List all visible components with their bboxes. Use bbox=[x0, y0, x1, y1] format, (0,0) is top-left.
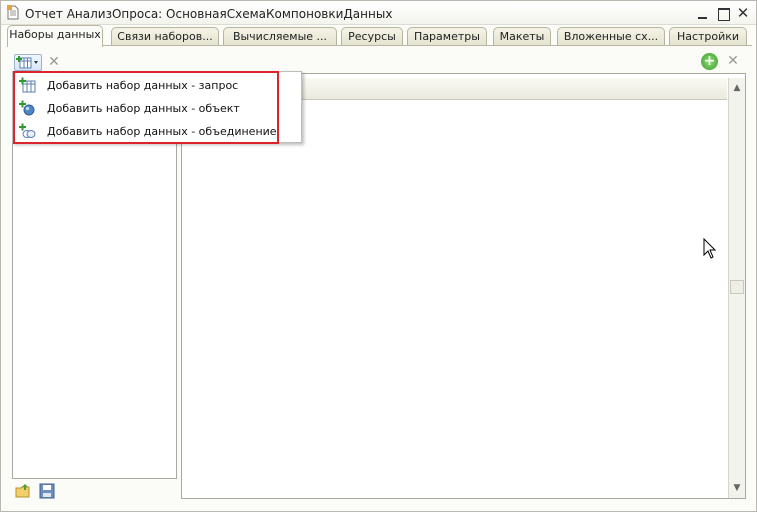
add-dataset-dropdown-button[interactable] bbox=[14, 54, 42, 71]
save-icon[interactable] bbox=[39, 483, 55, 499]
title-bar: Отчет АнализОпроса: ОсновнаяСхемаКомпоно… bbox=[1, 1, 756, 25]
tab-settings[interactable]: Настройки bbox=[669, 27, 747, 46]
union-dataset-icon bbox=[19, 123, 36, 138]
scroll-up-icon[interactable]: ▲ bbox=[730, 80, 744, 96]
mouse-cursor-icon bbox=[703, 238, 717, 259]
menu-item-add-object-dataset[interactable]: Добавить набор данных - объект bbox=[13, 97, 301, 119]
tab-strip: Наборы данных Связи наборов... Вычисляем… bbox=[7, 25, 752, 47]
vertical-scrollbar[interactable]: ▲ ▼ bbox=[728, 78, 745, 498]
window: Отчет АнализОпроса: ОсновнаяСхемаКомпоно… bbox=[0, 0, 757, 512]
menu-item-label: Добавить набор данных - объект bbox=[47, 102, 240, 115]
tab-templates[interactable]: Макеты bbox=[493, 27, 551, 46]
minimize-button[interactable] bbox=[695, 5, 711, 21]
tab-resources[interactable]: Ресурсы bbox=[341, 27, 403, 46]
delete-field-button[interactable]: ✕ bbox=[725, 53, 741, 69]
tab-divider bbox=[7, 45, 752, 46]
query-dataset-icon bbox=[19, 77, 36, 93]
tab-datasets[interactable]: Наборы данных bbox=[7, 25, 103, 47]
add-field-button[interactable]: + bbox=[701, 53, 718, 70]
add-dataset-menu: Добавить набор данных - запрос Добавить … bbox=[12, 71, 302, 144]
add-dataset-icon bbox=[16, 56, 38, 69]
object-dataset-icon bbox=[19, 100, 35, 116]
open-folder-icon[interactable] bbox=[15, 483, 31, 499]
scroll-down-icon[interactable]: ▼ bbox=[730, 480, 744, 496]
tab-calculated-fields[interactable]: Вычисляемые ... bbox=[223, 27, 337, 46]
delete-dataset-button[interactable]: ✕ bbox=[46, 54, 62, 70]
window-title: Отчет АнализОпроса: ОсновнаяСхемаКомпоно… bbox=[25, 7, 393, 21]
tab-parameters[interactable]: Параметры bbox=[407, 27, 487, 46]
menu-item-label: Добавить набор данных - объединение bbox=[47, 125, 277, 138]
close-button[interactable]: ✕ bbox=[735, 5, 751, 21]
menu-item-label: Добавить набор данных - запрос bbox=[47, 79, 239, 92]
tab-nested-schemas[interactable]: Вложенные сх... bbox=[557, 27, 665, 46]
menu-item-add-union-dataset[interactable]: Добавить набор данных - объединение bbox=[13, 120, 301, 142]
tab-dataset-links[interactable]: Связи наборов... bbox=[111, 27, 219, 46]
menu-item-add-query-dataset[interactable]: Добавить набор данных - запрос bbox=[13, 74, 301, 96]
document-icon bbox=[7, 5, 19, 20]
scroll-thumb[interactable] bbox=[730, 280, 744, 294]
maximize-button[interactable] bbox=[715, 5, 731, 21]
